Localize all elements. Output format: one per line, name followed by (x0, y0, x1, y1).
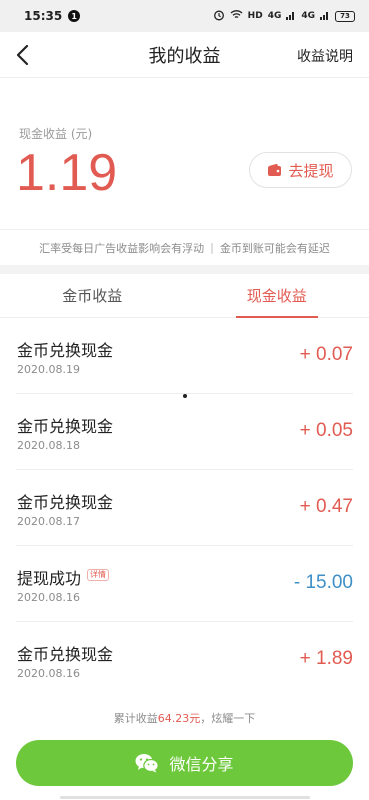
list-item[interactable]: 金币兑换现金 2020.08.16 + 1.89 (16, 622, 353, 698)
earnings-list: 金币兑换现金 2020.08.19 + 0.07 金币兑换现金 2020.08.… (0, 318, 369, 698)
total-suffix: ，炫耀一下 (200, 712, 256, 725)
share-label: 微信分享 (169, 755, 234, 774)
battery-icon: 73 (335, 10, 355, 22)
status-time: 15:35 (24, 9, 63, 23)
wallet-icon (268, 163, 282, 176)
details-tag[interactable]: 详情 (87, 569, 110, 581)
signal-icon (320, 10, 330, 23)
earnings-tabs: 金币收益 现金收益 (0, 274, 369, 318)
total-earnings-text: 累计收益64.23元，炫耀一下 (0, 710, 369, 726)
alarm-icon (213, 9, 225, 24)
record-title: 提现成功 (17, 569, 82, 588)
list-item[interactable]: 提现成功 详情 2020.08.16 - 15.00 (16, 546, 353, 622)
touch-dot (183, 394, 187, 398)
rate-notice: 汇率受每日广告收益影响会有浮动 | 金币到账可能会有延迟 (0, 229, 369, 265)
tab-coin-earnings[interactable]: 金币收益 (0, 274, 185, 317)
signal-1-label: 4G (267, 11, 282, 21)
record-date: 2020.08.17 (17, 515, 80, 528)
nav-bar: 我的收益 收益说明 (0, 32, 369, 78)
record-date: 2020.08.18 (17, 439, 80, 452)
cash-summary: 现金收益 (元) 1.19 去提现 (0, 79, 369, 229)
total-prefix: 累计收益 (113, 712, 158, 725)
status-icons: HD 4G 4G 73 (213, 9, 355, 24)
record-title: 金币兑换现金 (17, 417, 114, 436)
list-item[interactable]: 金币兑换现金 2020.08.18 + 0.05 (16, 394, 353, 470)
record-title: 金币兑换现金 (17, 645, 114, 664)
record-title: 金币兑换现金 (17, 493, 114, 512)
record-date: 2020.08.16 (17, 591, 80, 604)
record-amount: + 0.47 (299, 496, 353, 517)
list-item[interactable]: 金币兑换现金 2020.08.19 + 0.07 (16, 318, 353, 394)
section-divider (0, 265, 369, 274)
record-amount: + 0.07 (299, 344, 353, 365)
back-button[interactable] (14, 44, 34, 66)
record-title-wrap: 提现成功 详情 (17, 565, 110, 589)
wechat-share-button[interactable]: 微信分享 (16, 740, 353, 786)
record-amount: + 1.89 (299, 648, 353, 669)
wifi-icon (230, 9, 243, 23)
signal-2-label: 4G (301, 11, 315, 21)
total-amount: 64.23元 (157, 712, 201, 725)
cash-amount: 1.19 (16, 144, 118, 202)
earnings-info-link[interactable]: 收益说明 (297, 46, 353, 66)
home-indicator (60, 796, 310, 799)
network-label: HD (247, 11, 263, 21)
record-amount: - 15.00 (293, 572, 353, 593)
signal-icon (286, 10, 296, 23)
wechat-icon (135, 754, 160, 773)
cash-label: 现金收益 (元) (19, 127, 93, 141)
page-title: 我的收益 (148, 45, 221, 67)
record-date: 2020.08.16 (17, 667, 80, 680)
notice-left: 汇率受每日广告收益影响会有浮动 (39, 241, 205, 255)
chevron-left-icon (16, 44, 29, 66)
record-amount: + 0.05 (299, 420, 353, 441)
notification-badge: 1 (68, 10, 81, 22)
notice-separator: | (210, 241, 214, 254)
record-date: 2020.08.19 (17, 363, 80, 376)
list-item[interactable]: 金币兑换现金 2020.08.17 + 0.47 (16, 470, 353, 546)
withdraw-button[interactable]: 去提现 (249, 152, 352, 188)
tab-cash-earnings[interactable]: 现金收益 (185, 274, 369, 318)
notice-right: 金币到账可能会有延迟 (219, 241, 330, 255)
status-bar: 15:35 1 HD 4G 4G 73 (0, 0, 369, 32)
withdraw-label: 去提现 (288, 161, 334, 180)
record-title: 金币兑换现金 (17, 341, 114, 360)
